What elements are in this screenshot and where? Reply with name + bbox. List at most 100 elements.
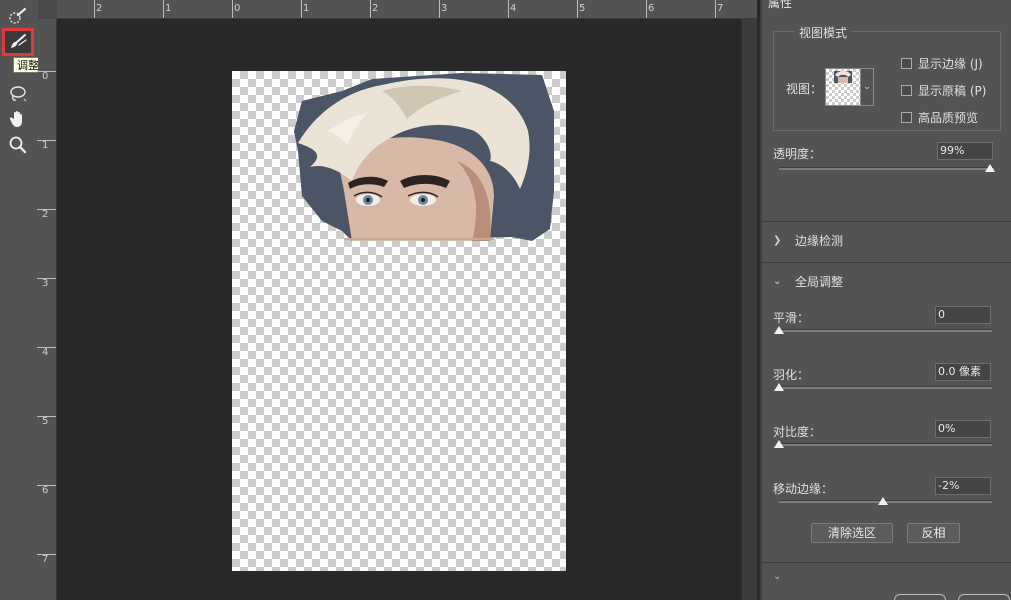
edge-detection-section[interactable]: ❯ 边缘检测	[773, 232, 843, 249]
ruler-tick	[37, 554, 56, 555]
document-canvas[interactable]	[232, 71, 566, 571]
ruler-label: 0	[42, 71, 49, 82]
ruler-label: 2	[42, 209, 49, 220]
canvas-workspace[interactable]	[57, 19, 757, 600]
ok-button-partial[interactable]	[894, 594, 946, 600]
view-label: 视图：	[786, 82, 823, 96]
chevron-down-icon: ⌄	[863, 82, 871, 92]
edge-detection-label: 边缘检测	[795, 234, 844, 248]
opacity-label: 透明度：	[773, 147, 822, 161]
ruler-tick	[646, 0, 647, 18]
smooth-slider-knob[interactable]	[774, 326, 784, 334]
hq-preview-label: 高品质预览	[918, 111, 979, 125]
smooth-slider-track[interactable]	[779, 329, 992, 332]
checkbox-box[interactable]	[901, 112, 912, 123]
ruler-label: 7	[42, 554, 49, 565]
global-refine-section[interactable]: ⌄ 全局调整	[773, 273, 843, 290]
chevron-down-icon: ⌄	[773, 276, 782, 287]
view-thumbnail[interactable]	[825, 68, 861, 106]
ruler-tick	[37, 485, 56, 486]
view-dropdown-toggle[interactable]: ⌄	[861, 68, 874, 106]
opacity-slider-track[interactable]	[779, 167, 994, 170]
ruler-tick	[94, 0, 95, 18]
invert-button[interactable]: 反相	[907, 523, 960, 543]
ruler-label: 2	[96, 3, 103, 14]
ruler-label: 2	[372, 3, 379, 14]
ruler-tick	[508, 0, 509, 18]
hand-tool[interactable]	[4, 107, 32, 131]
shift-edge-label: 移动边缘：	[773, 482, 834, 496]
ruler-label: 1	[165, 3, 172, 14]
shift-edge-field[interactable]: -2%	[935, 477, 991, 495]
ruler-label: 3	[42, 278, 49, 289]
contrast-slider-knob[interactable]	[774, 440, 784, 448]
refine-edge-brush-icon	[11, 34, 27, 48]
feather-field[interactable]: 0.0 像素	[935, 363, 991, 381]
opacity-slider-knob[interactable]	[985, 164, 995, 172]
divider	[762, 262, 1011, 263]
ruler-tick	[232, 0, 233, 18]
chevron-right-icon: ❯	[773, 235, 782, 246]
checkbox-box[interactable]	[901, 85, 912, 96]
properties-panel: 属性 视图模式 视图： ⌄ 显示边缘 (J) 显示原稿 (P) 高品质预览 透明…	[760, 0, 1011, 600]
ruler-tick	[439, 0, 440, 18]
checkbox-box[interactable]	[901, 58, 912, 69]
lasso-tool[interactable]	[4, 82, 32, 106]
contrast-label: 对比度：	[773, 425, 822, 439]
clear-selection-button[interactable]: 清除选区	[811, 523, 893, 543]
opacity-field[interactable]: 99%	[937, 142, 993, 160]
tools-panel: 调整边缘画笔工具 (R)	[0, 0, 129, 600]
view-preview-icon	[834, 70, 852, 83]
contrast-field[interactable]: 0%	[935, 420, 991, 438]
ruler-tick	[37, 416, 56, 417]
show-edge-checkbox[interactable]: 显示边缘 (J)	[901, 55, 983, 72]
chevron-down-icon[interactable]: ⌄	[773, 571, 781, 582]
global-refine-label: 全局调整	[795, 275, 844, 289]
smooth-label: 平滑：	[773, 311, 810, 325]
refine-edge-brush-tool[interactable]	[2, 28, 34, 56]
ruler-origin[interactable]	[38, 0, 57, 19]
show-edge-label: 显示边缘 (J)	[918, 57, 983, 71]
feather-slider-knob[interactable]	[774, 383, 784, 391]
ruler-label: 4	[510, 3, 517, 14]
ruler-label: 5	[42, 416, 49, 427]
ruler-tick	[163, 0, 164, 18]
ruler-tick	[37, 278, 56, 279]
quick-selection-tool[interactable]	[4, 5, 32, 29]
show-original-checkbox[interactable]: 显示原稿 (P)	[901, 82, 986, 99]
ruler-tick	[37, 209, 56, 210]
zoom-icon	[9, 136, 27, 154]
hand-icon	[9, 111, 22, 127]
cancel-button-partial[interactable]	[958, 594, 1010, 600]
photoshop-window: 调整边缘画笔工具 (R) 2 1 0 1 2 3 4 5	[0, 0, 1011, 600]
feather-label: 羽化：	[773, 368, 810, 382]
smooth-field[interactable]: 0	[935, 306, 991, 324]
ruler-tick	[577, 0, 578, 18]
vertical-ruler: 0 1 2 3 4 5 6 7	[37, 19, 57, 600]
ruler-label: 4	[42, 347, 49, 358]
ruler-label: 6	[648, 3, 655, 14]
vertical-scrollbar[interactable]	[741, 19, 757, 600]
shift-edge-slider-knob[interactable]	[878, 497, 888, 505]
view-mode-title: 视图模式	[795, 24, 852, 41]
ruler-tick	[37, 71, 56, 72]
zoom-tool[interactable]	[4, 133, 32, 157]
horizontal-ruler: 2 1 0 1 2 3 4 5 6 7	[38, 0, 757, 19]
ruler-tick	[301, 0, 302, 18]
ruler-label: 0	[234, 3, 241, 14]
cutout-portrait-image	[294, 73, 554, 241]
ruler-label: 5	[579, 3, 586, 14]
ruler-tick	[37, 347, 56, 348]
feather-slider-track[interactable]	[779, 386, 992, 389]
ruler-tick	[370, 0, 371, 18]
contrast-slider-track[interactable]	[779, 443, 992, 446]
properties-tab[interactable]: 属性	[768, 0, 792, 11]
hq-preview-checkbox[interactable]: 高品质预览	[901, 109, 978, 126]
ruler-label: 1	[42, 140, 49, 151]
ruler-label: 7	[717, 3, 724, 14]
ruler-tick	[37, 140, 56, 141]
lasso-icon	[10, 86, 27, 102]
ruler-tick	[715, 0, 716, 18]
ruler-label: 1	[303, 3, 310, 14]
show-original-label: 显示原稿 (P)	[918, 84, 987, 98]
